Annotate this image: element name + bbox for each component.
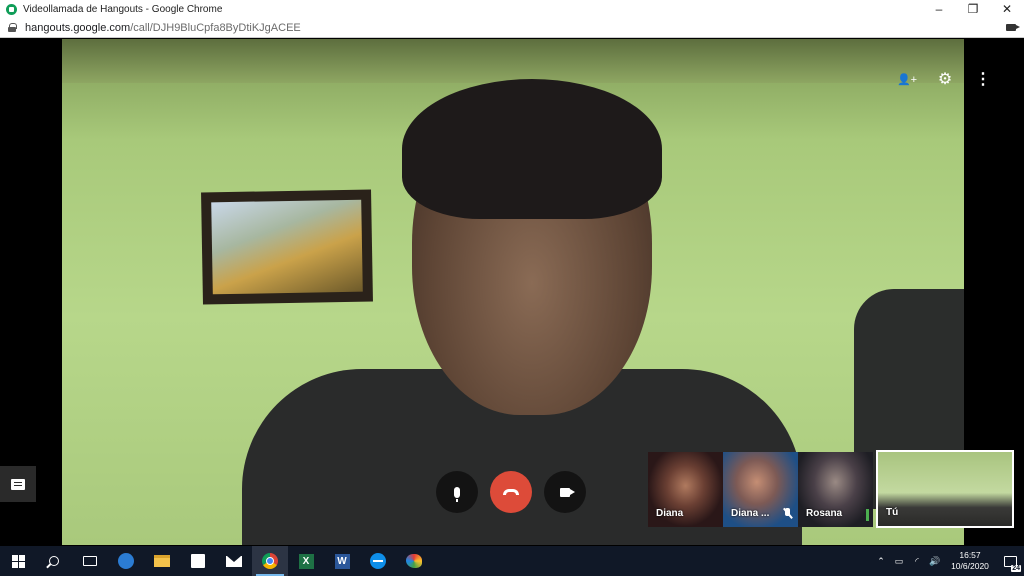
chat-toggle-button[interactable] <box>0 466 36 502</box>
taskbar-chrome[interactable] <box>252 546 288 576</box>
taskbar-teamviewer[interactable] <box>360 546 396 576</box>
add-person-icon[interactable]: 👤+ <box>896 69 918 89</box>
chevron-up-icon[interactable]: ⌃ <box>873 546 889 576</box>
minimize-button[interactable]: – <box>922 0 956 18</box>
url-host: hangouts.google.com <box>25 21 131 34</box>
taskbar-search-button[interactable] <box>36 546 72 576</box>
self-view-tile[interactable]: Tú <box>876 450 1014 528</box>
volume-icon[interactable]: 🔊 <box>927 546 943 576</box>
taskbar-store[interactable] <box>180 546 216 576</box>
more-vert-icon[interactable]: ⋮ <box>972 69 994 89</box>
wifi-icon[interactable]: ◜ <box>909 546 925 576</box>
taskbar-clock[interactable]: 16:57 10/6/2020 <box>948 550 992 572</box>
task-view-icon <box>83 556 97 566</box>
address-bar[interactable]: hangouts.google.com/call/DJH9BluCpfa8ByD… <box>0 18 1024 38</box>
chrome-icon <box>262 553 278 569</box>
mic-off-icon <box>783 508 792 519</box>
window-title-bar: Videollamada de Hangouts - Google Chrome… <box>0 0 1024 18</box>
chat-icon <box>11 478 25 490</box>
taskbar-file-explorer[interactable] <box>144 546 180 576</box>
system-tray: ⌃ ▭ ◜ 🔊 16:57 10/6/2020 24 <box>872 546 1024 576</box>
window-controls: – ❐ ✕ <box>922 0 1024 18</box>
url-path: /call/DJH9BluCpfa8ByDtiKJgACEE <box>130 21 301 34</box>
lock-icon[interactable] <box>8 23 17 32</box>
teamviewer-icon <box>370 553 386 569</box>
start-button[interactable] <box>0 546 36 576</box>
video-person-hair <box>402 79 662 219</box>
taskbar-paint[interactable] <box>396 546 432 576</box>
store-icon <box>191 554 205 568</box>
taskbar-word[interactable]: W <box>324 546 360 576</box>
word-icon: W <box>334 553 350 569</box>
call-area: 👤+ ⚙ ⋮ Diana Diana ... Rosana Tú <box>0 39 1024 545</box>
hangouts-icon <box>6 3 17 15</box>
maximize-button[interactable]: ❐ <box>956 0 990 18</box>
clock-time: 16:57 <box>959 550 981 560</box>
paint-icon <box>406 554 422 568</box>
participant-name: Rosana <box>806 508 843 519</box>
windows-logo-icon <box>11 554 25 568</box>
mute-microphone-button[interactable] <box>436 471 478 513</box>
participant-filmstrip: Diana Diana ... Rosana Tú <box>648 450 1014 528</box>
taskbar-excel[interactable]: X <box>288 546 324 576</box>
task-view-button[interactable] <box>72 546 108 576</box>
window-title: Videollamada de Hangouts - Google Chrome <box>23 3 223 15</box>
participant-name: Diana <box>656 508 684 519</box>
excel-icon: X <box>298 553 314 569</box>
camera-in-use-icon[interactable] <box>1006 24 1020 31</box>
taskbar-mail[interactable] <box>216 546 252 576</box>
action-center-button[interactable]: 24 <box>996 546 1024 576</box>
hang-up-button[interactable] <box>490 471 532 513</box>
participant-name: Diana ... <box>731 508 770 519</box>
video-camera-icon <box>560 487 575 497</box>
toggle-camera-button[interactable] <box>544 471 586 513</box>
participant-tile[interactable]: Diana ... <box>723 452 798 527</box>
video-background <box>62 39 964 83</box>
audio-level-indicator <box>866 509 869 521</box>
url-text[interactable]: hangouts.google.com/call/DJH9BluCpfa8ByD… <box>25 22 301 34</box>
phone-hangup-icon <box>503 489 519 495</box>
clock-date: 10/6/2020 <box>951 561 989 571</box>
folder-icon <box>154 555 170 567</box>
call-top-toolbar: 👤+ ⚙ ⋮ <box>896 69 994 89</box>
microphone-icon <box>454 486 460 502</box>
edge-icon <box>118 553 134 569</box>
search-icon <box>49 556 59 566</box>
video-painting <box>201 189 373 305</box>
battery-icon[interactable]: ▭ <box>891 546 907 576</box>
notification-count: 24 <box>1011 565 1021 572</box>
self-name: Tú <box>886 507 899 518</box>
participant-tile[interactable]: Rosana <box>798 452 873 527</box>
close-button[interactable]: ✕ <box>990 0 1024 18</box>
call-controls <box>436 471 586 513</box>
settings-gear-icon[interactable]: ⚙ <box>934 69 956 89</box>
participant-tile[interactable]: Diana <box>648 452 723 527</box>
taskbar: X W ⌃ ▭ ◜ 🔊 16:57 10/6/2020 24 <box>0 546 1024 576</box>
mail-icon <box>226 555 242 567</box>
taskbar-edge[interactable] <box>108 546 144 576</box>
